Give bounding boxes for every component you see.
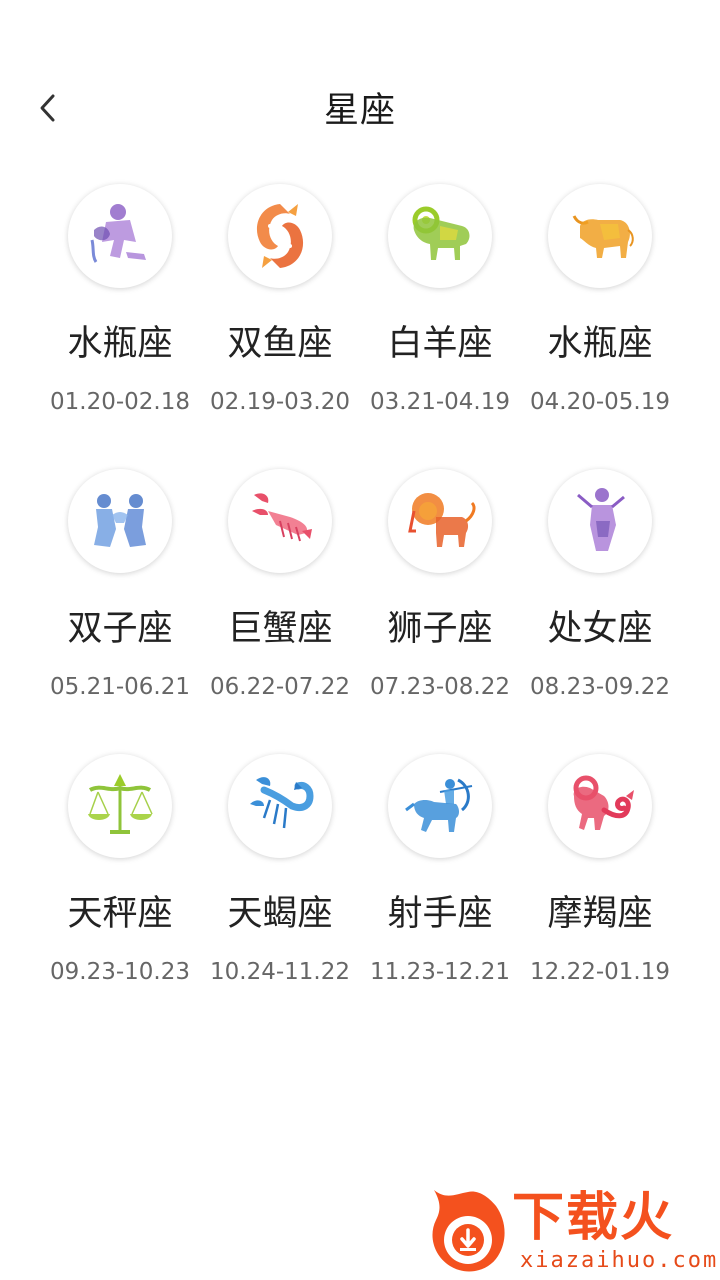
zodiac-item[interactable]: 巨蟹座 06.22-07.22 (200, 465, 360, 750)
zodiac-date: 08.23-09.22 (530, 674, 670, 700)
cancer-icon (252, 493, 312, 542)
zodiac-item[interactable]: 水瓶座 04.20-05.19 (520, 180, 680, 465)
header: 星座 (0, 60, 720, 156)
watermark-text: 下载火 (512, 1188, 675, 1248)
zodiac-date: 10.24-11.22 (210, 959, 350, 985)
zodiac-date: 04.20-05.19 (530, 389, 670, 415)
zodiac-item[interactable]: 双子座 05.21-06.21 (40, 465, 200, 750)
watermark: 下载火 xiazaihuo.com (426, 1186, 716, 1276)
zodiac-item[interactable]: 处女座 08.23-09.22 (520, 465, 680, 750)
zodiac-date: 11.23-12.21 (370, 959, 510, 985)
zodiac-date: 03.21-04.19 (370, 389, 510, 415)
zodiac-date: 06.22-07.22 (210, 674, 350, 700)
zodiac-name: 双子座 (67, 609, 173, 649)
zodiac-icon-circle (388, 184, 492, 288)
zodiac-icon-circle (68, 184, 172, 288)
libra-icon (88, 774, 153, 834)
zodiac-icon-circle (548, 754, 652, 858)
zodiac-name: 处女座 (547, 609, 653, 649)
zodiac-name: 狮子座 (387, 609, 493, 649)
pisces-icon (256, 204, 304, 268)
aquarius-icon (90, 204, 146, 263)
zodiac-item[interactable]: 天秤座 09.23-10.23 (40, 750, 200, 1035)
zodiac-item[interactable]: 狮子座 07.23-08.22 (360, 465, 520, 750)
zodiac-item[interactable]: 水瓶座 01.20-02.18 (40, 180, 200, 465)
zodiac-icon-circle (548, 469, 652, 573)
zodiac-icon-circle (228, 469, 332, 573)
zodiac-name: 巨蟹座 (227, 609, 333, 649)
scorpio-icon (250, 777, 314, 829)
gemini-icon (94, 494, 146, 547)
zodiac-icon-circle (228, 184, 332, 288)
zodiac-icon-circle (388, 754, 492, 858)
zodiac-name: 射手座 (387, 894, 493, 934)
zodiac-item[interactable]: 摩羯座 12.22-01.19 (520, 750, 680, 1035)
zodiac-date: 01.20-02.18 (50, 389, 190, 415)
flame-logo-icon (432, 1190, 505, 1272)
page-title: 星座 (323, 91, 396, 131)
virgo-icon (577, 488, 625, 551)
watermark-url: xiazaihuo.com (520, 1248, 719, 1273)
capricorn-icon (573, 775, 634, 830)
zodiac-name: 摩羯座 (547, 894, 653, 934)
zodiac-name: 水瓶座 (547, 324, 653, 364)
zodiac-icon-circle (68, 469, 172, 573)
zodiac-item[interactable]: 双鱼座 02.19-03.20 (200, 180, 360, 465)
zodiac-date: 07.23-08.22 (370, 674, 510, 700)
zodiac-icon-circle (548, 184, 652, 288)
aries-icon (412, 206, 470, 260)
zodiac-item[interactable]: 白羊座 03.21-04.19 (360, 180, 520, 465)
zodiac-name: 双鱼座 (227, 324, 333, 364)
taurus-icon (572, 215, 634, 258)
leo-icon (408, 493, 476, 547)
zodiac-date: 02.19-03.20 (210, 389, 350, 415)
zodiac-item[interactable]: 射手座 11.23-12.21 (360, 750, 520, 1035)
zodiac-name: 白羊座 (387, 324, 493, 364)
zodiac-grid: 水瓶座 01.20-02.18 双鱼座 02.19-03.20 白羊座 03.2… (40, 180, 680, 1035)
sagittarius-icon (405, 778, 473, 832)
zodiac-icon-circle (228, 754, 332, 858)
zodiac-date: 09.23-10.23 (50, 959, 190, 985)
zodiac-icon-circle (388, 469, 492, 573)
zodiac-date: 12.22-01.19 (530, 959, 670, 985)
zodiac-date: 05.21-06.21 (50, 674, 190, 700)
zodiac-icon-circle (68, 754, 172, 858)
zodiac-name: 天蝎座 (227, 894, 333, 934)
zodiac-item[interactable]: 天蝎座 10.24-11.22 (200, 750, 360, 1035)
zodiac-name: 水瓶座 (67, 324, 173, 364)
zodiac-name: 天秤座 (67, 894, 173, 934)
